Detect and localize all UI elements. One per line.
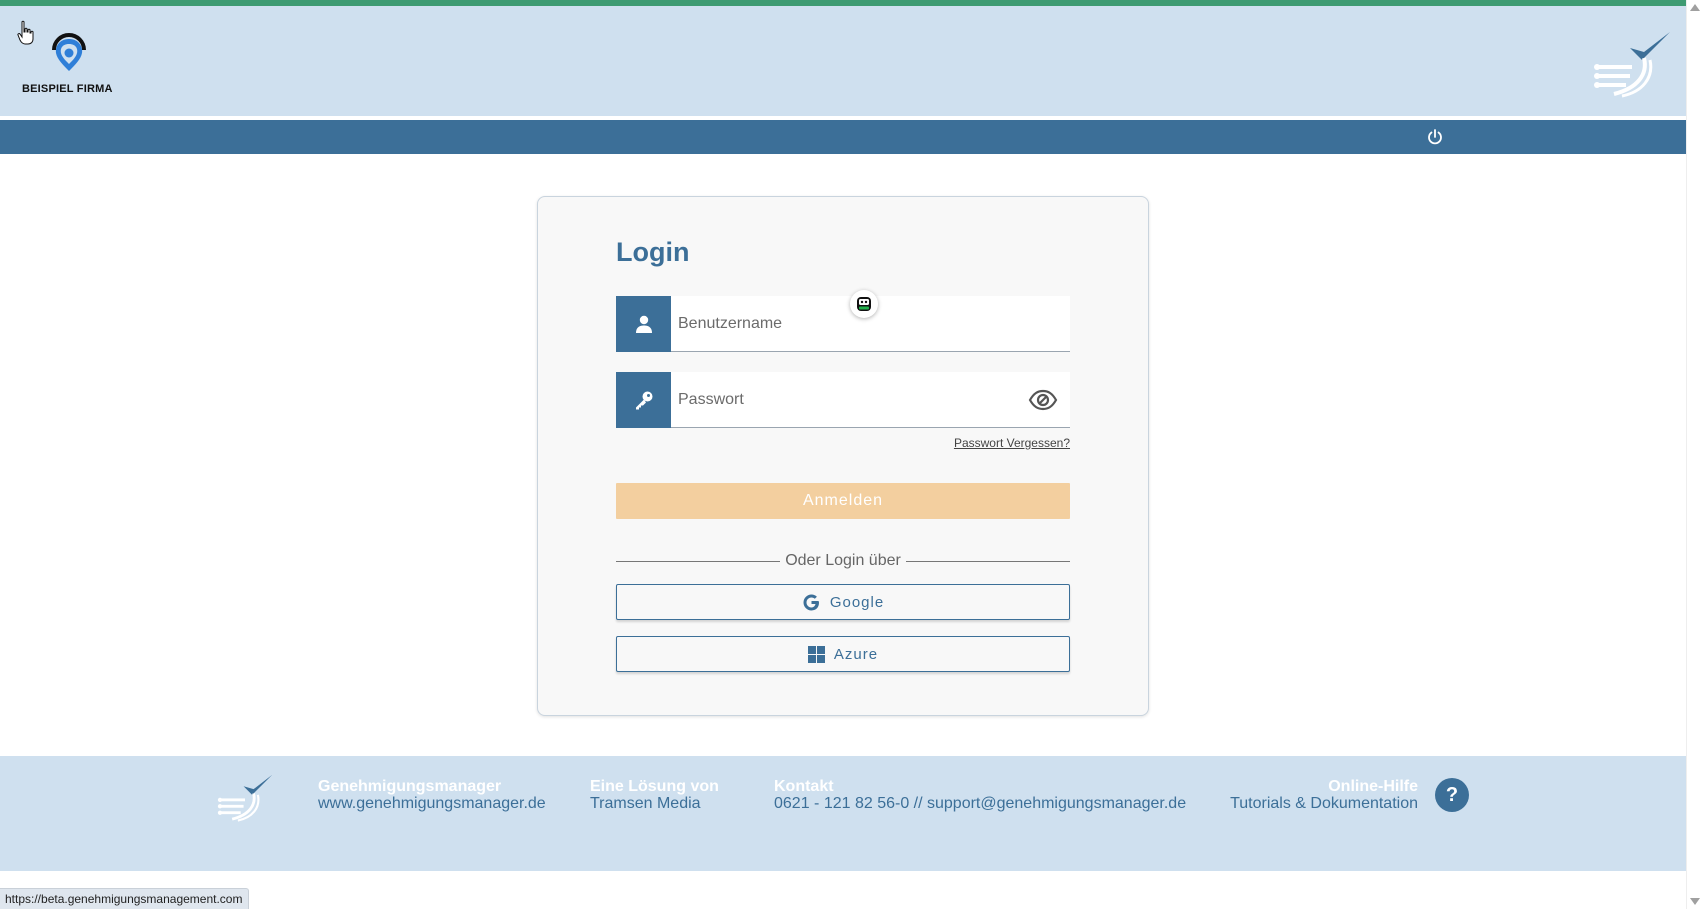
header: BEISPIEL FIRMA [0, 6, 1686, 118]
autofill-extension-icon[interactable] [850, 290, 878, 318]
footer-help-sub[interactable]: Tutorials & Dokumentation [1230, 795, 1418, 812]
eye-off-icon[interactable] [1028, 387, 1058, 413]
google-icon [802, 593, 821, 612]
genehmigungsmanager-logo-icon [217, 774, 273, 822]
google-login-label: Google [829, 593, 885, 611]
username-field [616, 290, 1070, 352]
genehmigungsmanager-logo-icon [1594, 32, 1670, 98]
footer-solution-title: Eine Lösung von [590, 778, 719, 795]
location-pin-icon [52, 33, 86, 71]
status-bar-url: https://beta.genehmigungsmanagement.com [0, 888, 250, 909]
power-icon[interactable] [1426, 128, 1444, 146]
company-name: BEISPIEL FIRMA [22, 83, 113, 95]
login-page: BEISPIEL FIRMA Login Benutzername Passwo… [0, 0, 1701, 909]
footer-contact-title: Kontakt [774, 778, 834, 795]
login-submit-button[interactable]: Anmelden [616, 483, 1070, 519]
google-login-button[interactable]: Google [616, 584, 1070, 620]
login-title: Login [616, 237, 690, 267]
scroll-down-icon[interactable] [1690, 898, 1700, 905]
scrollbar[interactable] [1686, 0, 1701, 909]
footer-gm-title: Genehmigungsmanager [318, 778, 502, 795]
divider-line-left [616, 560, 781, 562]
login-divider: Oder Login über [616, 551, 1071, 571]
hand-cursor-icon [17, 20, 34, 45]
password-input[interactable] [671, 372, 1011, 427]
username-icon-box [616, 296, 671, 352]
azure-login-button[interactable]: Azure [616, 636, 1070, 672]
password-icon-box [616, 372, 671, 428]
footer-solution-by[interactable]: Tramsen Media [590, 795, 719, 812]
footer-genehmigungsmanager: Genehmigungsmanager www.genehmigungsmana… [318, 778, 546, 812]
forgot-password-link[interactable]: Passwort Vergessen? [954, 436, 1070, 450]
divider-text: Oder Login über [785, 552, 901, 569]
user-icon [635, 315, 652, 333]
footer-solution: Eine Lösung von Tramsen Media [590, 778, 719, 812]
footer-contact-info[interactable]: 0621 - 121 82 56-0 // support@genehmigun… [774, 795, 1186, 812]
footer-help: Online-Hilfe Tutorials & Dokumentation [1230, 778, 1418, 812]
divider-line-right [905, 560, 1071, 562]
help-icon[interactable]: ? [1435, 778, 1469, 812]
azure-login-label: Azure [833, 645, 879, 663]
login-card: Login Benutzername Passwort Vergessen? A… [537, 196, 1149, 716]
footer-contact: Kontakt 0621 - 121 82 56-0 // support@ge… [774, 778, 1186, 812]
scroll-up-icon[interactable] [1690, 4, 1700, 11]
nav-bar [0, 120, 1686, 154]
password-field [616, 372, 1070, 428]
key-icon [635, 391, 652, 410]
windows-icon [807, 645, 825, 663]
footer-help-title: Online-Hilfe [1328, 778, 1418, 795]
footer: Genehmigungsmanager www.genehmigungsmana… [0, 756, 1686, 871]
footer-gm-url[interactable]: www.genehmigungsmanager.de [318, 795, 546, 812]
